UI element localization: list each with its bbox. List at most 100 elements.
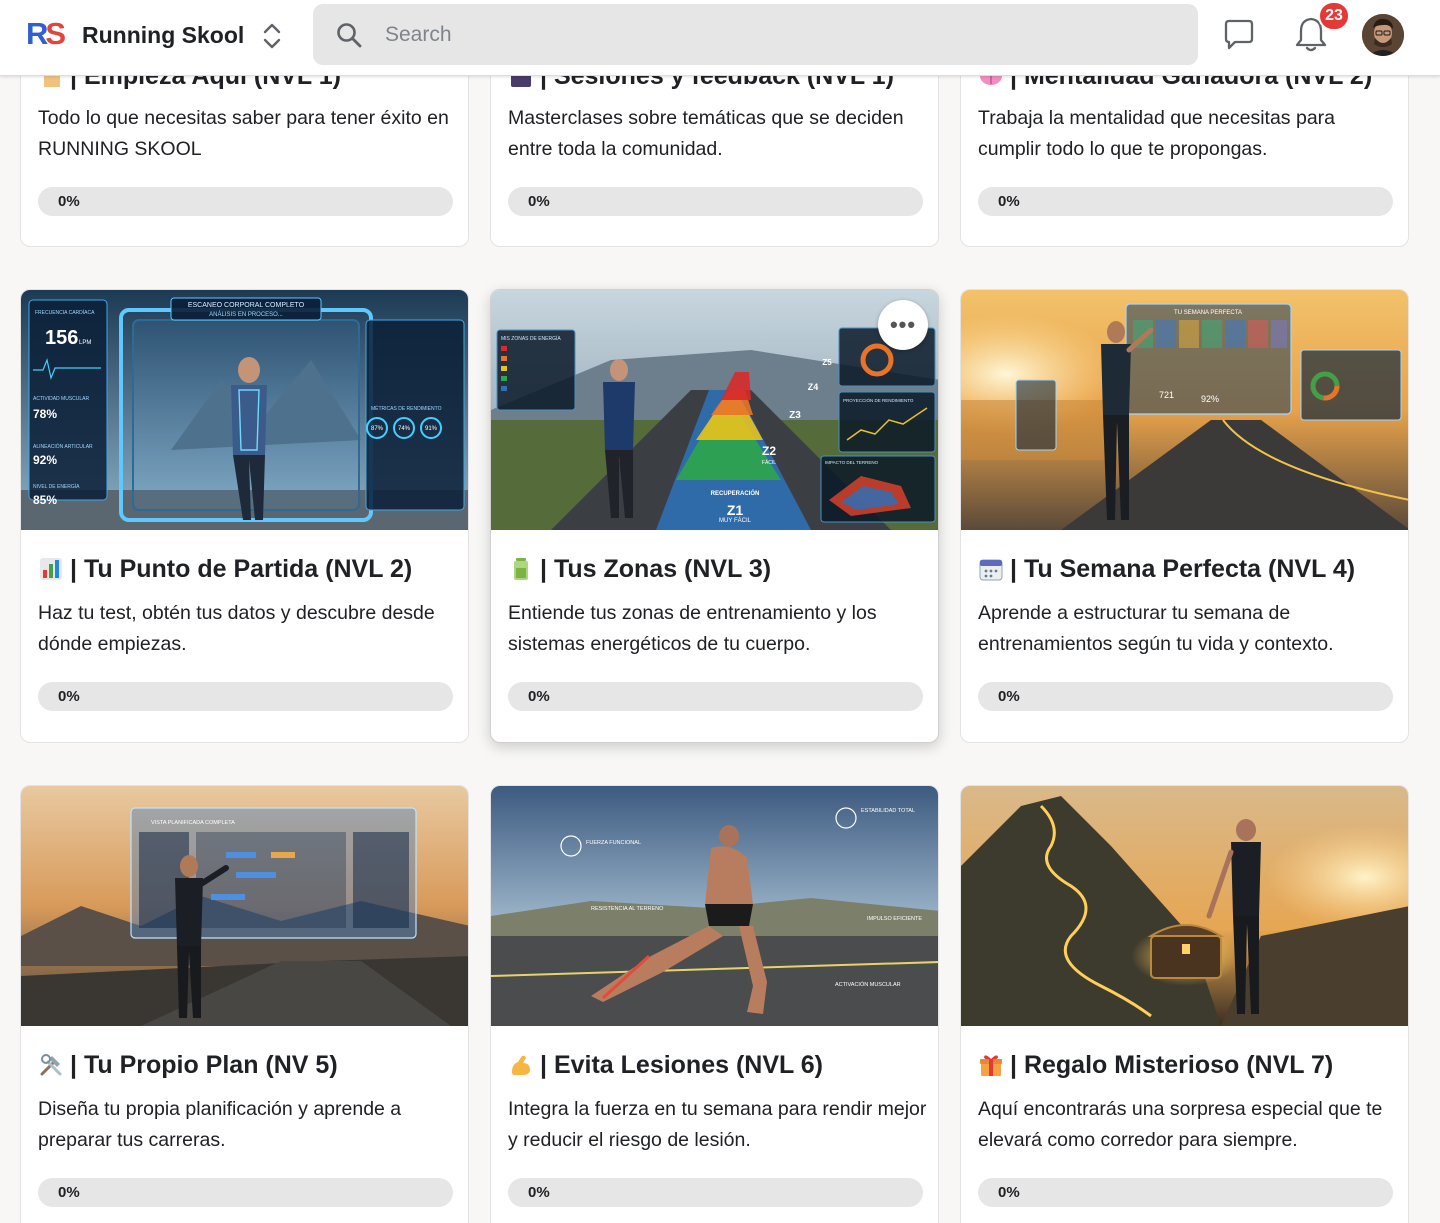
- progress-label: 0%: [58, 688, 80, 705]
- course-card[interactable]: TU SEMANA PERFECTA 721 92% | Tu Semana P…: [960, 289, 1409, 743]
- week-pct: 92%: [1201, 394, 1219, 404]
- search-bar[interactable]: [313, 4, 1198, 65]
- course-cover-image: Z1 RECUPERACIÓN MUY FÁCIL Z2 FÁCIL Z3 Z4…: [491, 290, 938, 530]
- course-description: Diseña tu propia planificación y aprende…: [38, 1098, 402, 1151]
- progress-label: 0%: [998, 1184, 1020, 1201]
- week-label: TU SEMANA PERFECTA: [1174, 310, 1242, 316]
- course-title-text: | Tu Semana Perfecta (NVL 4): [1010, 555, 1356, 583]
- progress-label: 0%: [58, 1184, 80, 1201]
- course-card[interactable]: | Regalo Misterioso (NVL 7) Aquí encontr…: [960, 785, 1409, 1223]
- course-card[interactable]: FUERZA FUNCIONAL RESISTENCIA AL TERRENO …: [490, 785, 939, 1223]
- course-description: Masterclases sobre temáticas que se deci…: [508, 107, 904, 160]
- course-cover-image: VISTA PLANIFICADA COMPLETA: [21, 786, 468, 1026]
- zone-z4: Z4: [808, 382, 819, 392]
- course-description: Aquí encontrarás una sorpresa especial q…: [978, 1098, 1383, 1151]
- metrics-label: MÉTRICAS DE RENDIMIENTO: [371, 405, 442, 412]
- zone-z5: Z5: [822, 358, 832, 367]
- course-cover-image: TU SEMANA PERFECTA 721 92%: [961, 290, 1408, 530]
- zones-label: MIS ZONAS DE ENERGÍA: [501, 335, 561, 342]
- progress-bar: 0%: [978, 682, 1393, 711]
- course-title: | Tu Semana Perfecta (NVL 4): [978, 554, 1398, 584]
- progress-bar: 0%: [38, 682, 453, 711]
- joint-value: 92%: [33, 453, 57, 467]
- top-header: RS Running Skool 23: [0, 0, 1440, 76]
- resistance-label: RESISTENCIA AL TERRENO: [591, 906, 664, 912]
- course-description: Aprende a estructurar tu semana de entre…: [978, 602, 1334, 655]
- course-description: Haz tu test, obtén tus datos y descubre …: [38, 602, 435, 655]
- bar-chart-icon: [40, 558, 62, 580]
- projection-label: PROYECCIÓN DE RENDIMIENTO: [843, 397, 914, 403]
- avatar-photo: [1362, 14, 1404, 56]
- notification-badge: 23: [1318, 1, 1350, 31]
- progress-label: 0%: [58, 193, 80, 210]
- course-title: | Tus Zonas (NVL 3): [508, 554, 928, 584]
- strength-label: FUERZA FUNCIONAL: [586, 840, 641, 846]
- course-description: Todo lo que necesitas saber para tener é…: [38, 107, 449, 160]
- chevron-up-down-icon[interactable]: [258, 20, 286, 52]
- course-card[interactable]: VISTA PLANIFICADA COMPLETA | Tu Propio P…: [20, 785, 469, 1223]
- progress-bar: 0%: [978, 1178, 1393, 1207]
- course-title-text: | Regalo Misterioso (NVL 7): [1010, 1051, 1334, 1079]
- progress-bar: 0%: [508, 682, 923, 711]
- energy-label: NIVEL DE ENERGÍA: [33, 483, 80, 490]
- course-card[interactable]: Z1 RECUPERACIÓN MUY FÁCIL Z2 FÁCIL Z3 Z4…: [490, 289, 939, 743]
- course-description: Integra la fuerza en tu semana para rend…: [508, 1098, 927, 1151]
- progress-bar: 0%: [38, 187, 453, 216]
- scan-subtitle: ANÁLISIS EN PROCESO...: [209, 311, 283, 318]
- muscle-label: ACTIVIDAD MUSCULAR: [33, 396, 90, 402]
- terrain-label: IMPACTO DEL TERRENO: [825, 460, 879, 465]
- community-name[interactable]: Running Skool: [82, 22, 244, 48]
- week-value: 721: [1159, 390, 1174, 400]
- muscle-value: 78%: [33, 407, 57, 421]
- plan-label: VISTA PLANIFICADA COMPLETA: [151, 820, 235, 826]
- heart-rate-label: FRECUENCIA CARDÍACA: [35, 309, 95, 316]
- heart-rate-value: 156: [45, 327, 78, 349]
- course-card[interactable]: ESCANEO CORPORAL COMPLETO ANÁLISIS EN PR…: [20, 289, 469, 743]
- search-input[interactable]: [385, 18, 1165, 52]
- energy-value: 85%: [33, 493, 57, 507]
- more-dots-icon: •••: [889, 312, 917, 337]
- stability-label: ESTABILIDAD TOTAL: [861, 808, 915, 814]
- progress-bar: 0%: [978, 187, 1393, 216]
- tools-icon: [40, 1054, 62, 1076]
- scan-title: ESCANEO CORPORAL COMPLETO: [188, 302, 305, 309]
- course-cover-image: FUERZA FUNCIONAL RESISTENCIA AL TERRENO …: [491, 786, 938, 1026]
- course-title: | Regalo Misterioso (NVL 7): [978, 1050, 1398, 1080]
- calendar-icon: [979, 559, 1003, 581]
- progress-label: 0%: [998, 193, 1020, 210]
- course-description: Entiende tus zonas de entrenamiento y lo…: [508, 602, 877, 655]
- course-cover-image: [961, 786, 1408, 1026]
- progress-label: 0%: [528, 1184, 550, 1201]
- progress-label: 0%: [528, 193, 550, 210]
- course-title: | Tu Propio Plan (NV 5): [38, 1050, 458, 1080]
- logo-letter-r: R: [26, 16, 48, 51]
- course-cover-image: ESCANEO CORPORAL COMPLETO ANÁLISIS EN PR…: [21, 290, 468, 530]
- chat-icon[interactable]: [1222, 18, 1256, 52]
- course-title-text: | Tu Propio Plan (NV 5): [70, 1051, 338, 1079]
- activation-label: ACTIVACIÓN MUSCULAR: [835, 981, 901, 988]
- gift-icon: [980, 1055, 1002, 1076]
- impulse-label: IMPULSO EFICIENTE: [867, 916, 922, 922]
- progress-bar: 0%: [508, 187, 923, 216]
- zone-z2-text: FÁCIL: [762, 459, 776, 466]
- metric-c: 91%: [425, 426, 438, 432]
- heart-rate-unit: LPM: [79, 340, 91, 346]
- battery-icon: [514, 558, 528, 580]
- progress-label: 0%: [528, 688, 550, 705]
- course-title-text: | Evita Lesiones (NVL 6): [540, 1051, 824, 1079]
- progress-label: 0%: [998, 688, 1020, 705]
- more-options-button[interactable]: •••: [878, 300, 928, 350]
- search-icon: [337, 23, 362, 48]
- logo[interactable]: RS: [26, 16, 66, 51]
- course-description: Trabaja la mentalidad que necesitas para…: [978, 107, 1335, 160]
- logo-letter-s: S: [45, 16, 66, 51]
- course-title: | Evita Lesiones (NVL 6): [508, 1050, 928, 1080]
- metric-a: 87%: [371, 426, 384, 432]
- zone-z2: Z2: [762, 444, 776, 458]
- course-title-text: | Tus Zonas (NVL 3): [540, 555, 772, 583]
- joint-label: ALINEACIÓN ARTICULAR: [33, 443, 93, 450]
- zone-z1: Z1: [727, 502, 744, 518]
- zone-z3: Z3: [789, 410, 801, 421]
- avatar[interactable]: [1362, 14, 1404, 56]
- flexed-biceps-icon: [512, 1055, 530, 1075]
